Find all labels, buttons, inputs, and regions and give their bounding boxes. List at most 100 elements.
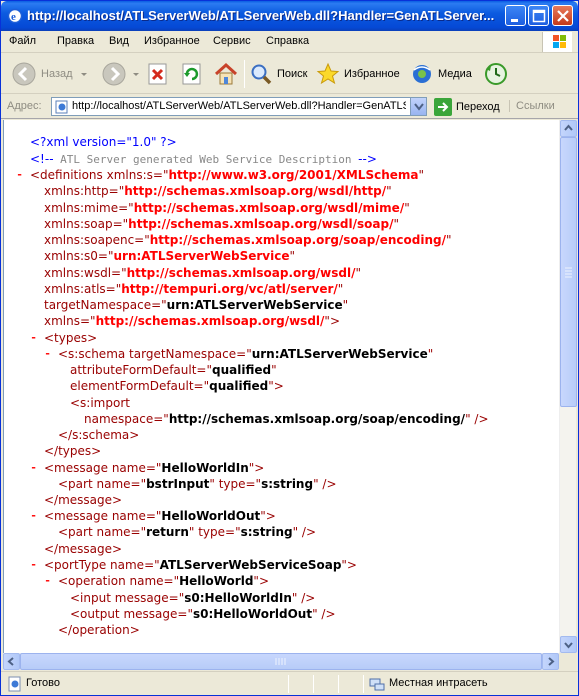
- xml-token: http://schemas.xmlsoap.org/wsdl/: [95, 314, 325, 328]
- xml-token: HelloWorld: [179, 574, 254, 588]
- xml-token: xmlns:atls=": [44, 282, 122, 296]
- xml-token: " type=": [209, 477, 262, 491]
- xml-token: ">: [268, 379, 284, 393]
- xml-token: urn:ATLServerWebService: [113, 249, 290, 263]
- xml-token: ": [386, 184, 392, 198]
- title-bar[interactable]: e http://localhost/ATLServerWeb/ATLServe…: [1, 1, 578, 31]
- xml-token: s:string: [240, 525, 293, 539]
- xml-token: xmlns:mime=": [44, 201, 134, 215]
- xml-token: " />: [292, 525, 317, 539]
- grip-icon: [565, 267, 572, 278]
- scroll-right-button[interactable]: [542, 653, 559, 670]
- xml-line: <!-- ATL Server generated Web Service De…: [30, 151, 377, 168]
- xml-token: HelloWorldOut: [161, 509, 261, 523]
- horizontal-scrollbar[interactable]: [3, 653, 559, 670]
- xml-line: <part name="bstrInput" type="s:string" /…: [58, 476, 337, 492]
- toolbar: Назад Поиск Избранное Медиа: [1, 54, 578, 94]
- xml-line: xmlns:atls="http://tempuri.org/vc/atl/se…: [44, 281, 343, 297]
- chevron-down-icon: [414, 103, 424, 111]
- status-bar: Готово Местная интрасеть: [1, 671, 578, 695]
- xml-line: attributeFormDefault="qualified": [70, 362, 277, 378]
- maximize-button[interactable]: [528, 5, 549, 26]
- xml-line: <operation name="HelloWorld">: [58, 573, 269, 589]
- go-button[interactable]: Переход: [434, 98, 500, 116]
- xml-line: xmlns:s0="urn:ATLServerWebService": [44, 248, 295, 264]
- xml-token: http://www.w3.org/2001/XMLSchema: [168, 168, 419, 182]
- back-button[interactable]: Назад: [11, 58, 89, 90]
- links-button[interactable]: Ссылки: [509, 100, 555, 112]
- history-icon: [485, 63, 507, 85]
- minimize-button[interactable]: [505, 5, 526, 26]
- page-done-icon: [8, 676, 21, 692]
- collapse-toggle[interactable]: -: [30, 508, 37, 524]
- menu-help[interactable]: Справка: [266, 35, 309, 47]
- xml-line: xmlns:wsdl="http://schemas.xmlsoap.org/w…: [44, 265, 361, 281]
- address-input[interactable]: http://localhost/ATLServerWeb/ATLServerW…: [51, 97, 427, 116]
- menu-tools[interactable]: Сервис: [213, 35, 251, 47]
- xml-line: <portType name="ATLServerWebServiceSoap"…: [44, 557, 357, 573]
- xml-token: qualified: [212, 363, 272, 377]
- address-dropdown-button[interactable]: [410, 98, 426, 115]
- xml-token: xmlns=": [44, 314, 96, 328]
- xml-line: targetNamespace="urn:ATLServerWebService…: [44, 297, 348, 313]
- collapse-toggle[interactable]: -: [30, 330, 37, 346]
- browser-window: e http://localhost/ATLServerWeb/ATLServe…: [0, 0, 579, 696]
- xml-line: <?xml version="1.0" ?>: [30, 134, 177, 150]
- xml-token: xmlns:http=": [44, 184, 125, 198]
- xml-token: <output: [70, 607, 124, 621]
- collapse-toggle[interactable]: -: [30, 460, 37, 476]
- xml-token: http://schemas.xmlsoap.org/soap/encoding…: [149, 233, 446, 247]
- xml-token: </message>: [44, 542, 123, 556]
- forward-button[interactable]: [101, 58, 141, 90]
- favorites-label: Избранное: [344, 68, 400, 80]
- close-button[interactable]: [552, 5, 573, 26]
- xml-token: ">: [260, 509, 276, 523]
- xml-token: ": [342, 298, 349, 312]
- collapse-toggle[interactable]: -: [44, 573, 51, 589]
- favorites-button[interactable]: Избранное: [316, 58, 400, 90]
- xml-token: qualified: [209, 379, 269, 393]
- xml-token: <portType: [44, 558, 111, 572]
- xml-line: xmlns:mime="http://schemas.xmlsoap.org/w…: [44, 200, 410, 216]
- menu-view[interactable]: Вид: [109, 35, 129, 47]
- xml-token: elementFormDefault=": [70, 379, 210, 393]
- scroll-left-button[interactable]: [3, 653, 20, 670]
- xml-token: " type=": [188, 525, 241, 539]
- xml-token: s0:HelloWorldIn: [184, 591, 292, 605]
- xml-line: <input message="s0:HelloWorldIn" />: [70, 590, 315, 606]
- xml-line: elementFormDefault="qualified">: [70, 378, 284, 394]
- back-label: Назад: [41, 68, 73, 80]
- arrow-up-icon: [564, 124, 573, 131]
- vertical-scroll-thumb[interactable]: [560, 137, 577, 407]
- xml-token: xmlns:s0=": [44, 249, 114, 263]
- xml-token: return: [146, 525, 189, 539]
- vertical-scrollbar[interactable]: [559, 120, 577, 653]
- scroll-up-button[interactable]: [560, 120, 577, 137]
- xml-token: namespace=": [84, 412, 169, 426]
- refresh-button[interactable]: [181, 58, 203, 90]
- stop-button[interactable]: [147, 58, 169, 90]
- xml-token: ": [393, 217, 400, 231]
- history-button[interactable]: [483, 58, 509, 90]
- xml-token: xmlns:soapenc=": [44, 233, 150, 247]
- xml-line: <types>: [44, 330, 97, 346]
- xml-line: </message>: [44, 492, 122, 508]
- back-arrow-icon: [12, 62, 36, 86]
- collapse-toggle[interactable]: -: [16, 167, 23, 183]
- menu-favorites[interactable]: Избранное: [144, 35, 200, 47]
- collapse-toggle[interactable]: -: [30, 557, 37, 573]
- search-button[interactable]: Поиск: [249, 58, 307, 90]
- home-button[interactable]: [213, 58, 239, 90]
- xml-line: </s:schema>: [58, 427, 139, 443]
- arrow-down-icon: [564, 642, 573, 649]
- xml-token: urn:ATLServerWebService: [251, 347, 428, 361]
- menu-file[interactable]: Файл: [9, 35, 36, 47]
- collapse-toggle[interactable]: -: [44, 346, 51, 362]
- scroll-down-button[interactable]: [560, 636, 577, 653]
- xml-token: <s:import: [70, 396, 130, 410]
- xml-line: <s:import: [70, 395, 130, 411]
- media-button[interactable]: Медиа: [410, 58, 472, 90]
- horizontal-scroll-thumb[interactable]: [20, 653, 542, 670]
- xml-token: ": [404, 201, 410, 215]
- menu-edit[interactable]: Правка: [57, 35, 94, 47]
